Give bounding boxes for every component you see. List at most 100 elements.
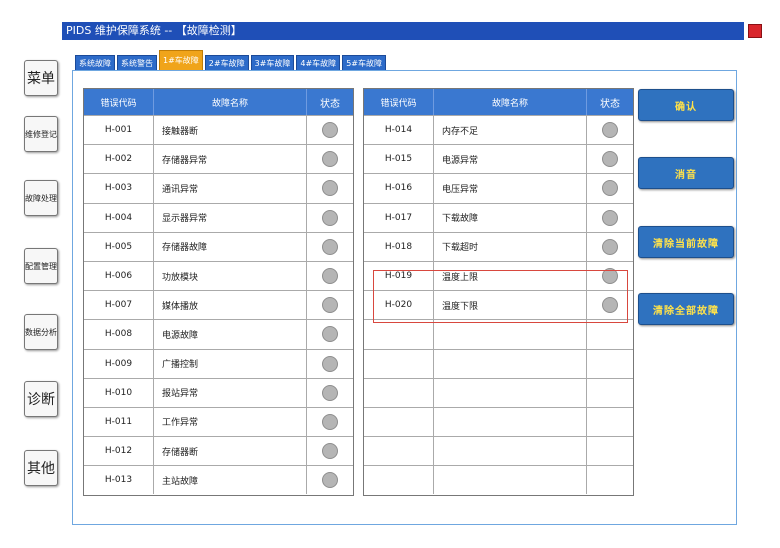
error-code-cell: H-009	[84, 349, 154, 378]
status-indicator-icon	[322, 413, 338, 430]
status-indicator-icon	[322, 122, 338, 139]
state-cell	[307, 466, 353, 494]
fault-name-cell: 下载超时	[434, 232, 587, 261]
state-cell	[307, 204, 353, 232]
state-cell	[587, 408, 633, 436]
error-code-cell: H-005	[84, 232, 154, 261]
table-header: 错误代码 故障名称 状态	[84, 89, 353, 115]
sidebar-fault-button[interactable]: 故障处理	[24, 180, 58, 216]
status-indicator-icon	[602, 180, 618, 197]
status-indicator-icon	[602, 122, 618, 139]
fault-name-cell	[434, 407, 587, 437]
status-indicator-icon	[322, 151, 338, 168]
status-indicator-icon	[322, 472, 338, 489]
sidebar-other-button[interactable]: 其他	[24, 450, 58, 486]
tab-bar: 系统故障 系统警告 1#车故障 2#车故障 3#车故障 4#车故障 5#车故障	[75, 50, 388, 70]
fault-name-cell: 功放模块	[154, 261, 307, 291]
error-code-cell	[364, 378, 434, 407]
error-code-cell: H-007	[84, 291, 154, 320]
state-cell	[587, 145, 633, 173]
status-indicator-icon	[322, 443, 338, 460]
table-row: H-011 工作异常	[84, 406, 353, 437]
state-cell	[587, 204, 633, 232]
highlight-box	[373, 270, 628, 323]
table-row: H-008 电源故障	[84, 319, 353, 349]
fault-name-cell	[434, 378, 587, 407]
error-code-cell: H-016	[364, 174, 434, 203]
tab-car-2[interactable]: 2#车故障	[204, 55, 249, 70]
fault-name-cell	[434, 466, 587, 495]
clear-current-button[interactable]: 清除当前故障	[638, 226, 734, 258]
table-row: H-017 下载故障	[364, 202, 633, 232]
error-code-cell: H-018	[364, 232, 434, 261]
tab-system-warning[interactable]: 系统警告	[117, 55, 157, 70]
table-row	[364, 465, 633, 495]
clear-all-button[interactable]: 清除全部故障	[638, 293, 734, 325]
table-row: H-016 电压异常	[364, 173, 633, 203]
fault-name-cell: 工作异常	[154, 407, 307, 437]
state-cell	[307, 379, 353, 407]
header-name: 故障名称	[154, 89, 307, 115]
table-row: H-013 主站故障	[84, 465, 353, 495]
header-state: 状态	[600, 98, 620, 110]
table-row	[364, 406, 633, 437]
table-row	[364, 436, 633, 466]
fault-name-cell: 接触器断	[154, 116, 307, 145]
state-cell	[307, 174, 353, 202]
status-indicator-icon	[602, 151, 618, 168]
status-indicator-icon	[322, 355, 338, 372]
table-row: H-014 内存不足	[364, 115, 633, 145]
sidebar-config-button[interactable]: 配置管理	[24, 248, 58, 284]
state-cell	[307, 320, 353, 348]
sidebar-diagnose-button[interactable]: 诊断	[24, 381, 58, 417]
error-code-cell	[364, 466, 434, 495]
close-icon[interactable]	[748, 24, 762, 38]
status-indicator-icon	[602, 238, 618, 255]
sidebar-menu-button[interactable]: 菜单	[24, 60, 58, 96]
tab-system-fault[interactable]: 系统故障	[75, 55, 115, 70]
fault-name-cell: 存储器断	[154, 437, 307, 466]
state-cell	[307, 145, 353, 173]
state-cell	[587, 350, 633, 378]
table-row: H-005 存储器故障	[84, 231, 353, 261]
state-cell	[587, 437, 633, 465]
left-fault-table: 错误代码 故障名称 状态 H-001 接触器断 H-002 存储器异常 H-003 通讯异…	[83, 88, 354, 496]
sidebar-repair-button[interactable]: 维修登记	[24, 116, 58, 152]
table-row: H-018 下载超时	[364, 231, 633, 261]
state-cell	[307, 437, 353, 465]
sidebar-data-button[interactable]: 数据分析	[24, 314, 58, 350]
error-code-cell	[364, 320, 434, 349]
error-code-cell: H-006	[84, 261, 154, 291]
tab-car-4[interactable]: 4#车故障	[296, 55, 341, 70]
error-code-cell: H-002	[84, 145, 154, 174]
state-cell	[587, 174, 633, 202]
status-indicator-icon	[322, 297, 338, 314]
status-indicator-icon	[322, 180, 338, 197]
tab-car-5[interactable]: 5#车故障	[342, 55, 386, 70]
table-row: H-006 功放模块	[84, 260, 353, 291]
error-code-cell	[364, 407, 434, 437]
fault-name-cell: 广播控制	[154, 349, 307, 378]
mute-button[interactable]: 消音	[638, 157, 734, 189]
tab-car-3[interactable]: 3#车故障	[250, 55, 295, 70]
state-cell	[587, 233, 633, 261]
state-cell	[307, 233, 353, 261]
state-cell	[307, 408, 353, 436]
status-indicator-icon	[322, 238, 338, 255]
error-code-cell: H-008	[84, 320, 154, 349]
error-code-cell: H-012	[84, 437, 154, 466]
app-window: PIDS 维护保障系统 -- 【故障检测】 菜单 维修登记 故障处理 配置管理 …	[0, 0, 780, 548]
error-code-cell: H-011	[84, 407, 154, 437]
table-header: 错误代码 故障名称 状态	[364, 89, 633, 115]
state-cell	[587, 116, 633, 144]
fault-name-cell: 通讯异常	[154, 174, 307, 203]
fault-name-cell: 电源异常	[434, 145, 587, 174]
fault-name-cell: 下载故障	[434, 203, 587, 232]
tab-car-1[interactable]: 1#车故障	[159, 50, 203, 70]
table-row: H-001 接触器断	[84, 115, 353, 145]
fault-name-cell	[434, 349, 587, 378]
fault-name-cell: 电压异常	[434, 174, 587, 203]
state-cell	[307, 262, 353, 290]
fault-name-cell: 存储器异常	[154, 145, 307, 174]
confirm-button[interactable]: 确认	[638, 89, 734, 121]
